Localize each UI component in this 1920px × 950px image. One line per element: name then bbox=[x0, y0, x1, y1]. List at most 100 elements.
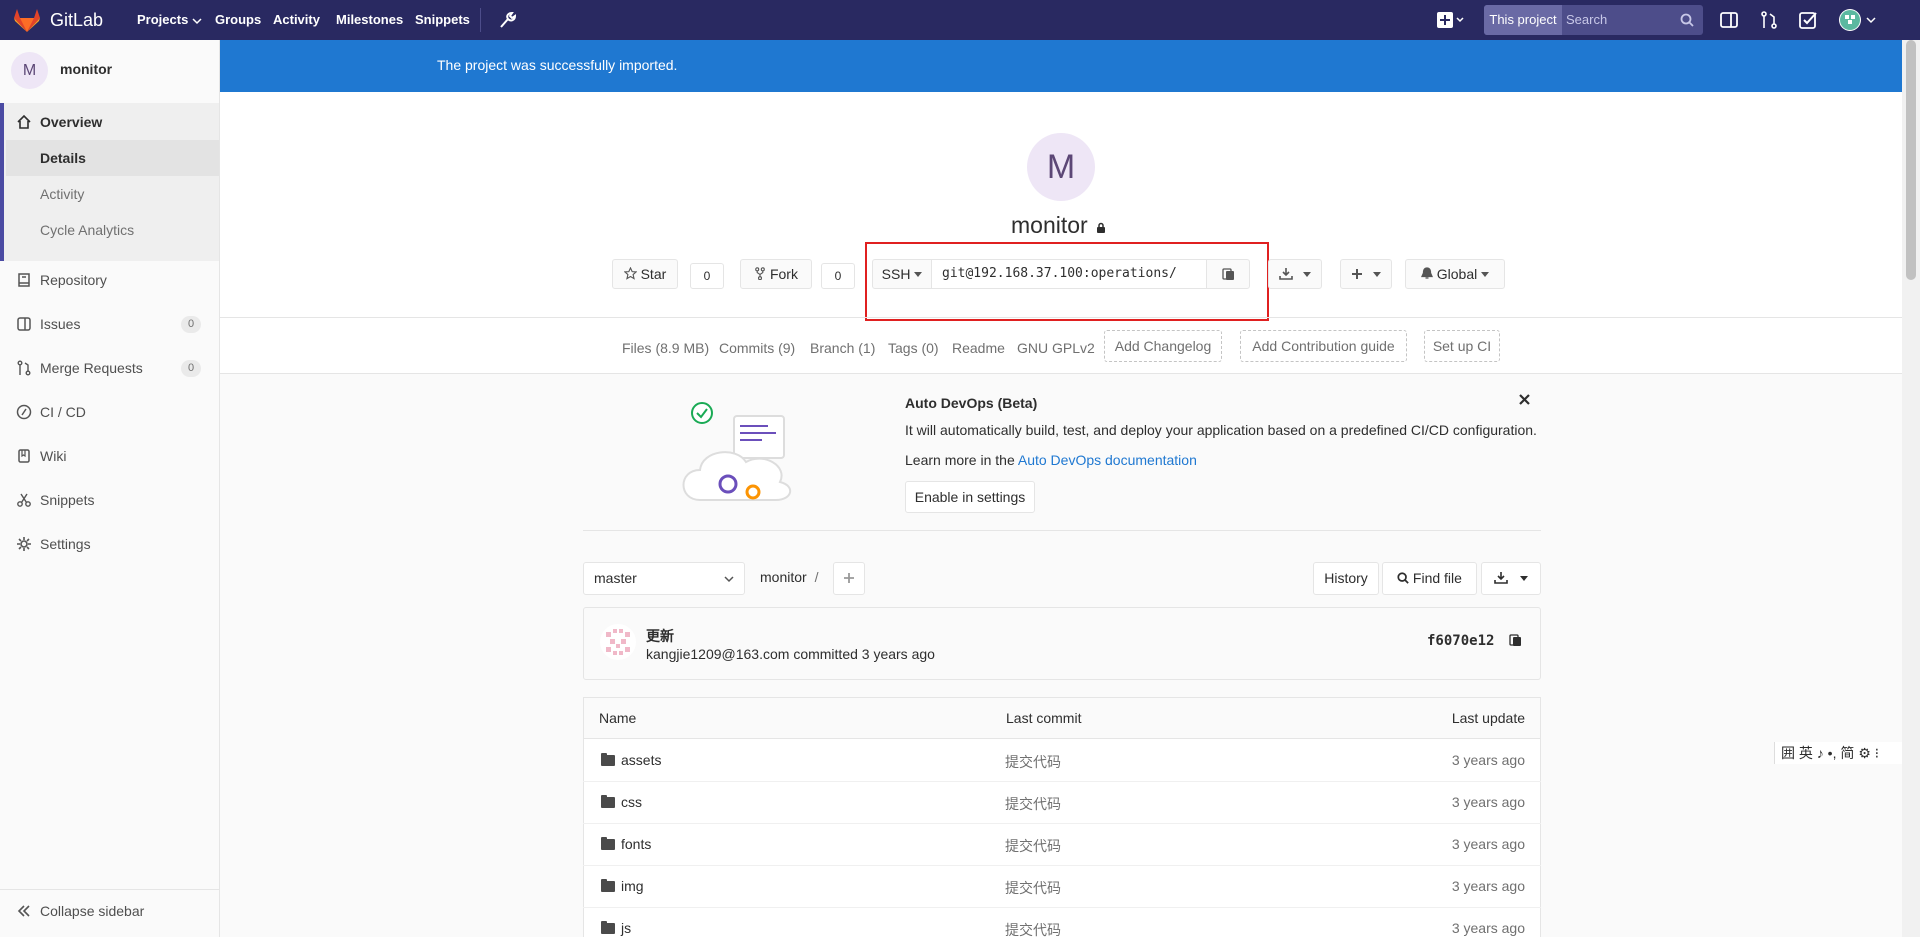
wrench-icon[interactable] bbox=[498, 11, 516, 29]
branch-select[interactable]: master bbox=[583, 562, 745, 595]
commit-title[interactable]: 更新 bbox=[646, 626, 674, 646]
column-last-commit-header: Last commit bbox=[1006, 710, 1082, 726]
search-scope-badge[interactable]: This project bbox=[1484, 5, 1562, 35]
plus-square-icon[interactable] bbox=[1436, 11, 1466, 29]
search-input[interactable]: Search bbox=[1566, 5, 1671, 35]
file-last-update: 3 years ago bbox=[1451, 794, 1525, 810]
sidebar-item-wiki[interactable]: Wiki bbox=[0, 438, 219, 474]
learn-more-prefix: Learn more in the bbox=[905, 452, 1018, 468]
enable-in-settings-button[interactable]: Enable in settings bbox=[905, 481, 1035, 513]
todo-check-icon[interactable] bbox=[1798, 10, 1818, 30]
fork-label: Fork bbox=[769, 266, 798, 282]
readme-link[interactable]: Readme bbox=[952, 338, 1005, 358]
author-avatar[interactable] bbox=[600, 624, 636, 660]
table-row[interactable]: img 提交代码 3 years ago bbox=[583, 866, 1541, 908]
file-name[interactable]: js bbox=[621, 920, 631, 936]
gear-icon bbox=[17, 537, 31, 551]
find-file-button[interactable]: Find file bbox=[1382, 562, 1477, 595]
add-to-tree-button[interactable] bbox=[833, 562, 865, 595]
merge-request-nav-icon[interactable] bbox=[1759, 10, 1779, 30]
file-last-update: 3 years ago bbox=[1451, 920, 1525, 936]
license-link[interactable]: GNU GPLv2 bbox=[1017, 338, 1095, 358]
sidebar-sub-details[interactable]: Details bbox=[6, 140, 219, 176]
sidebar-sub-label: Activity bbox=[40, 186, 85, 202]
notification-dropdown-button[interactable]: Global bbox=[1405, 259, 1505, 289]
sidebar-item-settings[interactable]: Settings bbox=[0, 526, 219, 562]
fork-count[interactable]: 0 bbox=[821, 263, 855, 289]
download-dropdown-button[interactable] bbox=[1268, 259, 1322, 289]
search-box[interactable]: This project Search bbox=[1484, 5, 1703, 35]
table-row[interactable]: css 提交代码 3 years ago bbox=[583, 782, 1541, 824]
collapse-sidebar-label: Collapse sidebar bbox=[40, 903, 145, 919]
commit-author[interactable]: kangjie1209@163.com bbox=[646, 646, 789, 662]
project-avatar-small[interactable]: M bbox=[11, 52, 48, 89]
star-label: Star bbox=[640, 266, 667, 282]
nav-groups[interactable]: Groups bbox=[215, 0, 261, 40]
commit-sha[interactable]: f6070e12 bbox=[1427, 633, 1494, 649]
file-name[interactable]: assets bbox=[621, 752, 661, 768]
file-last-commit[interactable]: 提交代码 bbox=[1005, 920, 1061, 940]
add-changelog-button[interactable]: Add Changelog bbox=[1104, 330, 1222, 362]
sidebar-item-merge-requests[interactable]: Merge Requests 0 bbox=[0, 350, 219, 386]
sidebar-item-label: Merge Requests bbox=[40, 360, 143, 376]
nav-projects[interactable]: Projects bbox=[137, 0, 202, 40]
nav-activity[interactable]: Activity bbox=[273, 0, 320, 40]
branch-stat-link[interactable]: Branch (1) bbox=[810, 338, 875, 358]
table-row[interactable]: assets 提交代码 3 years ago bbox=[583, 740, 1541, 782]
sidebar-project-name[interactable]: monitor bbox=[60, 61, 112, 77]
file-last-update: 3 years ago bbox=[1451, 752, 1525, 768]
branch-select-value: master bbox=[594, 570, 637, 586]
nav-snippets[interactable]: Snippets bbox=[415, 0, 470, 40]
add-contribution-guide-button[interactable]: Add Contribution guide bbox=[1240, 330, 1407, 362]
close-icon[interactable] bbox=[1519, 394, 1530, 405]
user-avatar[interactable] bbox=[1839, 9, 1861, 31]
sidebar-sub-activity[interactable]: Activity bbox=[6, 176, 219, 212]
table-row[interactable]: js 提交代码 3 years ago bbox=[583, 908, 1541, 950]
collapse-sidebar-button[interactable]: Collapse sidebar bbox=[0, 893, 219, 929]
merge-requests-count-badge: 0 bbox=[181, 360, 201, 377]
sidebar-item-repository[interactable]: Repository bbox=[0, 262, 219, 298]
gitlab-logo-icon[interactable] bbox=[14, 9, 40, 32]
tags-stat-link[interactable]: Tags (0) bbox=[888, 338, 939, 358]
file-last-commit[interactable]: 提交代码 bbox=[1005, 794, 1061, 814]
plus-icon bbox=[1352, 269, 1363, 279]
sidebar-item-overview[interactable]: Overview bbox=[0, 104, 219, 140]
scissors-icon bbox=[17, 493, 31, 507]
book-icon bbox=[18, 449, 30, 463]
sidebar-sub-cycle-analytics[interactable]: Cycle Analytics bbox=[6, 212, 219, 248]
commits-stat-link[interactable]: Commits (9) bbox=[719, 338, 795, 358]
setup-ci-button[interactable]: Set up CI bbox=[1424, 330, 1500, 362]
double-chevron-left-icon bbox=[17, 905, 30, 917]
fork-button[interactable]: Fork bbox=[740, 259, 812, 289]
star-button[interactable]: Star bbox=[612, 259, 678, 289]
files-stat-link[interactable]: Files (8.9 MB) bbox=[622, 338, 709, 358]
file-last-commit[interactable]: 提交代码 bbox=[1005, 836, 1061, 856]
add-new-dropdown-button[interactable] bbox=[1340, 259, 1392, 289]
autodevops-description: It will automatically build, test, and d… bbox=[905, 422, 1537, 438]
nav-projects-label: Projects bbox=[137, 12, 189, 27]
copy-sha-icon[interactable] bbox=[1509, 633, 1522, 647]
ime-toolbar[interactable]: 囲 英 ♪ •, 简 ⚙ ⁝ bbox=[1774, 742, 1920, 764]
star-count[interactable]: 0 bbox=[690, 263, 724, 289]
history-button[interactable]: History bbox=[1313, 562, 1379, 595]
sidebar-item-snippets[interactable]: Snippets bbox=[0, 482, 219, 518]
nav-milestones[interactable]: Milestones bbox=[336, 0, 403, 40]
breadcrumb-project[interactable]: monitor bbox=[760, 569, 807, 585]
table-row[interactable]: fonts 提交代码 3 years ago bbox=[583, 824, 1541, 866]
scrollbar-track[interactable] bbox=[1902, 40, 1920, 937]
scrollbar-thumb[interactable] bbox=[1906, 40, 1916, 280]
file-name[interactable]: fonts bbox=[621, 836, 651, 852]
file-name[interactable]: css bbox=[621, 794, 642, 810]
file-last-commit[interactable]: 提交代码 bbox=[1005, 752, 1061, 772]
file-name[interactable]: img bbox=[621, 878, 644, 894]
repository-icon bbox=[18, 273, 30, 287]
sidebar-toggle-icon[interactable] bbox=[1719, 10, 1739, 30]
autodevops-docs-link[interactable]: Auto DevOps documentation bbox=[1018, 452, 1197, 468]
brand-name[interactable]: GitLab bbox=[50, 0, 103, 40]
home-icon bbox=[17, 114, 31, 129]
file-last-commit[interactable]: 提交代码 bbox=[1005, 878, 1061, 898]
sidebar-item-issues[interactable]: Issues 0 bbox=[0, 306, 219, 342]
repo-download-button[interactable] bbox=[1481, 562, 1541, 595]
sidebar-item-ci-cd[interactable]: CI / CD bbox=[0, 394, 219, 430]
avatar-chevron-down-icon[interactable] bbox=[1866, 15, 1876, 25]
